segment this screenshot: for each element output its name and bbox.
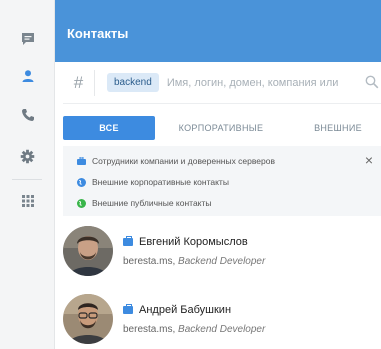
hash-filter-button[interactable]: #	[63, 69, 95, 96]
sidebar-item-chats[interactable]	[0, 20, 55, 58]
briefcase-icon	[77, 157, 86, 165]
search-input[interactable]	[166, 76, 349, 89]
phone-icon	[21, 109, 34, 121]
contact-name: Андрей Бабушкин	[123, 304, 231, 316]
tab-all[interactable]: ВСЕ	[63, 116, 155, 140]
avatar	[63, 226, 113, 276]
contact-name: Евгений Коромыслов	[123, 236, 248, 248]
info-item-employees: Сотрудники компании и доверенных серверо…	[77, 156, 275, 166]
sidebar-divider	[12, 179, 42, 180]
tab-corporate[interactable]: КОРПОРАТИВНЫЕ	[171, 116, 271, 140]
contact-subtitle: beresta.ms, Backend Developer	[123, 256, 265, 267]
info-item-external-public: Внешние публичные контакты	[77, 198, 211, 208]
close-icon[interactable]: ×	[365, 153, 373, 167]
sidebar-item-contacts[interactable]	[0, 57, 55, 95]
info-text: Сотрудники компании и доверенных серверо…	[92, 156, 275, 166]
contact-domain: beresta.ms,	[123, 256, 176, 267]
contacts-icon	[22, 70, 33, 82]
info-text: Внешние публичные контакты	[92, 198, 212, 208]
sidebar-item-settings[interactable]	[0, 137, 55, 175]
contact-name-text: Андрей Бабушкин	[139, 304, 232, 316]
contact-list-item[interactable]: Евгений Коромыслов beresta.ms, Backend D…	[63, 226, 381, 296]
globe-icon	[77, 177, 86, 187]
info-text: Внешние корпоративные контакты	[92, 177, 229, 187]
contact-list-item[interactable]: Андрей Бабушкин beresta.ms, Backend Deve…	[63, 294, 381, 349]
sidebar	[0, 0, 55, 349]
page-title: Контакты	[55, 0, 381, 62]
apps-grid-icon	[21, 195, 34, 207]
info-panel: Сотрудники компании и доверенных серверо…	[63, 146, 381, 216]
contact-role: Backend Developer	[178, 256, 266, 267]
tag-chip[interactable]: backend	[107, 73, 159, 92]
sidebar-item-calls[interactable]	[0, 96, 55, 134]
gear-icon	[20, 149, 35, 163]
contact-name-text: Евгений Коромыслов	[139, 236, 248, 248]
avatar	[63, 294, 113, 344]
filter-tabs: ВСЕ КОРПОРАТИВНЫЕ ВНЕШНИЕ	[63, 116, 381, 140]
contacts-panel: Контакты # backend ВСЕ КОРПОРАТИВНЫЕ ВНЕ…	[55, 0, 381, 349]
search-bar: # backend	[63, 62, 381, 104]
briefcase-icon	[123, 304, 133, 314]
briefcase-icon	[123, 236, 133, 246]
sidebar-item-apps[interactable]	[0, 182, 55, 220]
chat-icon	[21, 33, 34, 45]
contact-subtitle: beresta.ms, Backend Developer	[123, 324, 265, 335]
contact-role: Backend Developer	[178, 324, 266, 335]
globe-icon	[77, 198, 86, 208]
tab-external[interactable]: ВНЕШНИЕ	[303, 116, 373, 140]
contact-domain: beresta.ms,	[123, 324, 176, 335]
info-item-external-corporate: Внешние корпоративные контакты	[77, 177, 229, 187]
search-icon[interactable]	[365, 75, 379, 89]
